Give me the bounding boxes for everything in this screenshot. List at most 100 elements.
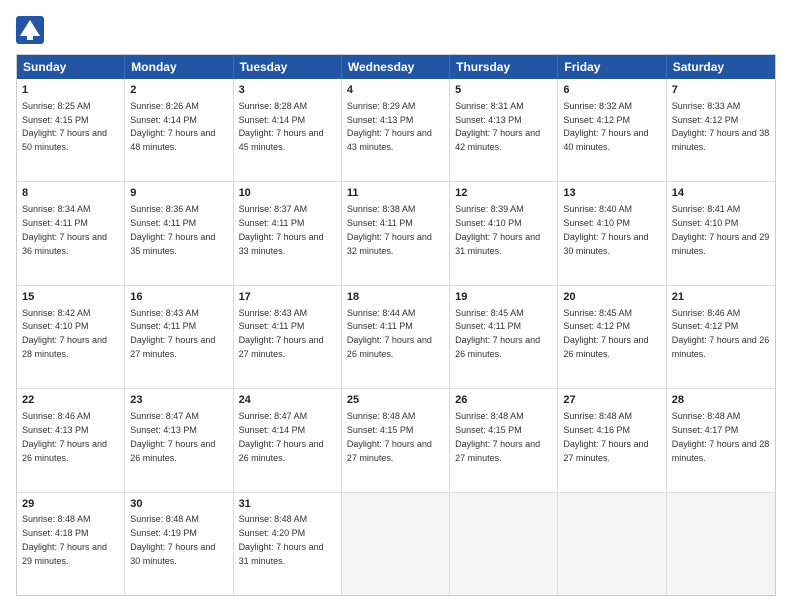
- day-number: 16: [130, 290, 227, 305]
- calendar-cell-1-1: 1Sunrise: 8:25 AM Sunset: 4:15 PM Daylig…: [17, 79, 125, 181]
- cell-info: Sunrise: 8:41 AM Sunset: 4:10 PM Dayligh…: [672, 204, 770, 255]
- day-number: 30: [130, 497, 227, 512]
- calendar-cell-1-4: 4 Sunrise: 8:29 AM Sunset: 4:13 PM Daylig…: [342, 79, 450, 181]
- cell-info: Sunrise: 8:46 AM Sunset: 4:13 PM Dayligh…: [22, 411, 107, 462]
- day-number: 2: [130, 83, 227, 98]
- calendar-cell-4-2: 23 Sunrise: 8:47 AM Sunset: 4:13 PM Dayli…: [125, 389, 233, 491]
- day-number: 13: [563, 186, 660, 201]
- day-number: 27: [563, 393, 660, 408]
- cell-info: Sunrise: 8:29 AM Sunset: 4:13 PM Dayligh…: [347, 101, 432, 152]
- weekday-header-wednesday: Wednesday: [342, 55, 450, 79]
- cell-info: Sunrise: 8:48 AM Sunset: 4:18 PM Dayligh…: [22, 514, 107, 565]
- calendar-cell-4-7: 28 Sunrise: 8:48 AM Sunset: 4:17 PM Dayli…: [667, 389, 775, 491]
- calendar-cell-3-3: 17 Sunrise: 8:43 AM Sunset: 4:11 PM Dayli…: [234, 286, 342, 388]
- day-number: 24: [239, 393, 336, 408]
- calendar-cell-5-3: 31 Sunrise: 8:48 AM Sunset: 4:20 PM Dayli…: [234, 493, 342, 595]
- day-number: 9: [130, 186, 227, 201]
- calendar-cell-5-7: [667, 493, 775, 595]
- weekday-header-monday: Monday: [125, 55, 233, 79]
- cell-info: Sunrise: 8:47 AM Sunset: 4:13 PM Dayligh…: [130, 411, 215, 462]
- day-number: 15: [22, 290, 119, 305]
- day-number: 4: [347, 83, 444, 98]
- logo-icon: [16, 16, 44, 44]
- page: SundayMondayTuesdayWednesdayThursdayFrid…: [0, 0, 792, 612]
- calendar-cell-5-6: [558, 493, 666, 595]
- calendar-cell-1-5: 5 Sunrise: 8:31 AM Sunset: 4:13 PM Daylig…: [450, 79, 558, 181]
- calendar-header: SundayMondayTuesdayWednesdayThursdayFrid…: [17, 55, 775, 79]
- calendar-cell-4-5: 26 Sunrise: 8:48 AM Sunset: 4:15 PM Dayli…: [450, 389, 558, 491]
- calendar-week-4: 22 Sunrise: 8:46 AM Sunset: 4:13 PM Dayli…: [17, 388, 775, 491]
- day-number: 12: [455, 186, 552, 201]
- day-number: 8: [22, 186, 119, 201]
- day-number: 1: [22, 83, 119, 98]
- calendar-cell-3-4: 18 Sunrise: 8:44 AM Sunset: 4:11 PM Dayli…: [342, 286, 450, 388]
- calendar-cell-2-6: 13Sunrise: 8:40 AM Sunset: 4:10 PM Dayli…: [558, 182, 666, 284]
- calendar-cell-3-5: 19 Sunrise: 8:45 AM Sunset: 4:11 PM Dayli…: [450, 286, 558, 388]
- day-number: 11: [347, 186, 444, 201]
- day-number: 31: [239, 497, 336, 512]
- day-number: 7: [672, 83, 770, 98]
- cell-info: Sunrise: 8:45 AM Sunset: 4:11 PM Dayligh…: [455, 308, 540, 359]
- day-number: 6: [563, 83, 660, 98]
- calendar-cell-4-3: 24 Sunrise: 8:47 AM Sunset: 4:14 PM Dayli…: [234, 389, 342, 491]
- cell-info: Sunrise: 8:34 AM Sunset: 4:11 PM Dayligh…: [22, 204, 107, 255]
- day-number: 10: [239, 186, 336, 201]
- cell-info: Sunrise: 8:33 AM Sunset: 4:12 PM Dayligh…: [672, 101, 770, 152]
- cell-info: Sunrise: 8:42 AM Sunset: 4:10 PM Dayligh…: [22, 308, 107, 359]
- day-number: 28: [672, 393, 770, 408]
- calendar: SundayMondayTuesdayWednesdayThursdayFrid…: [16, 54, 776, 596]
- cell-info: Sunrise: 8:48 AM Sunset: 4:15 PM Dayligh…: [455, 411, 540, 462]
- weekday-header-tuesday: Tuesday: [234, 55, 342, 79]
- cell-info: Sunrise: 8:48 AM Sunset: 4:19 PM Dayligh…: [130, 514, 215, 565]
- day-number: 19: [455, 290, 552, 305]
- day-number: 5: [455, 83, 552, 98]
- calendar-cell-3-1: 15 Sunrise: 8:42 AM Sunset: 4:10 PM Dayli…: [17, 286, 125, 388]
- day-number: 20: [563, 290, 660, 305]
- calendar-cell-2-3: 10 Sunrise: 8:37 AM Sunset: 4:11 PM Dayli…: [234, 182, 342, 284]
- day-number: 25: [347, 393, 444, 408]
- calendar-week-3: 15 Sunrise: 8:42 AM Sunset: 4:10 PM Dayli…: [17, 285, 775, 388]
- header: [16, 16, 776, 44]
- day-number: 22: [22, 393, 119, 408]
- calendar-cell-1-7: 7 Sunrise: 8:33 AM Sunset: 4:12 PM Daylig…: [667, 79, 775, 181]
- calendar-week-5: 29 Sunrise: 8:48 AM Sunset: 4:18 PM Dayli…: [17, 492, 775, 595]
- cell-info: Sunrise: 8:48 AM Sunset: 4:20 PM Dayligh…: [239, 514, 324, 565]
- cell-info: Sunrise: 8:37 AM Sunset: 4:11 PM Dayligh…: [239, 204, 324, 255]
- weekday-header-sunday: Sunday: [17, 55, 125, 79]
- day-number: 18: [347, 290, 444, 305]
- cell-info: Sunrise: 8:48 AM Sunset: 4:17 PM Dayligh…: [672, 411, 770, 462]
- calendar-cell-2-4: 11 Sunrise: 8:38 AM Sunset: 4:11 PM Dayli…: [342, 182, 450, 284]
- logo: [16, 16, 46, 44]
- cell-info: Sunrise: 8:44 AM Sunset: 4:11 PM Dayligh…: [347, 308, 432, 359]
- cell-info: Sunrise: 8:45 AM Sunset: 4:12 PM Dayligh…: [563, 308, 648, 359]
- calendar-cell-5-5: [450, 493, 558, 595]
- day-number: 14: [672, 186, 770, 201]
- calendar-cell-1-6: 6Sunrise: 8:32 AM Sunset: 4:12 PM Daylig…: [558, 79, 666, 181]
- cell-info: Sunrise: 8:48 AM Sunset: 4:15 PM Dayligh…: [347, 411, 432, 462]
- calendar-cell-5-2: 30 Sunrise: 8:48 AM Sunset: 4:19 PM Dayli…: [125, 493, 233, 595]
- day-number: 17: [239, 290, 336, 305]
- calendar-cell-5-1: 29 Sunrise: 8:48 AM Sunset: 4:18 PM Dayli…: [17, 493, 125, 595]
- cell-info: Sunrise: 8:38 AM Sunset: 4:11 PM Dayligh…: [347, 204, 432, 255]
- day-number: 3: [239, 83, 336, 98]
- cell-info: Sunrise: 8:43 AM Sunset: 4:11 PM Dayligh…: [130, 308, 215, 359]
- cell-info: Sunrise: 8:46 AM Sunset: 4:12 PM Dayligh…: [672, 308, 770, 359]
- day-number: 26: [455, 393, 552, 408]
- calendar-cell-2-7: 14 Sunrise: 8:41 AM Sunset: 4:10 PM Dayli…: [667, 182, 775, 284]
- calendar-cell-3-2: 16 Sunrise: 8:43 AM Sunset: 4:11 PM Dayli…: [125, 286, 233, 388]
- cell-info: Sunrise: 8:47 AM Sunset: 4:14 PM Dayligh…: [239, 411, 324, 462]
- day-number: 23: [130, 393, 227, 408]
- calendar-week-2: 8 Sunrise: 8:34 AM Sunset: 4:11 PM Daylig…: [17, 181, 775, 284]
- day-number: 29: [22, 497, 119, 512]
- cell-info: Sunrise: 8:28 AM Sunset: 4:14 PM Dayligh…: [239, 101, 324, 152]
- calendar-week-1: 1Sunrise: 8:25 AM Sunset: 4:15 PM Daylig…: [17, 79, 775, 181]
- cell-info: Sunrise: 8:43 AM Sunset: 4:11 PM Dayligh…: [239, 308, 324, 359]
- cell-info: Sunrise: 8:39 AM Sunset: 4:10 PM Dayligh…: [455, 204, 540, 255]
- calendar-cell-1-3: 3 Sunrise: 8:28 AM Sunset: 4:14 PM Daylig…: [234, 79, 342, 181]
- calendar-cell-1-2: 2Sunrise: 8:26 AM Sunset: 4:14 PM Daylig…: [125, 79, 233, 181]
- cell-info: Sunrise: 8:31 AM Sunset: 4:13 PM Dayligh…: [455, 101, 540, 152]
- calendar-cell-4-4: 25 Sunrise: 8:48 AM Sunset: 4:15 PM Dayli…: [342, 389, 450, 491]
- weekday-header-saturday: Saturday: [667, 55, 775, 79]
- weekday-header-thursday: Thursday: [450, 55, 558, 79]
- calendar-body: 1Sunrise: 8:25 AM Sunset: 4:15 PM Daylig…: [17, 79, 775, 595]
